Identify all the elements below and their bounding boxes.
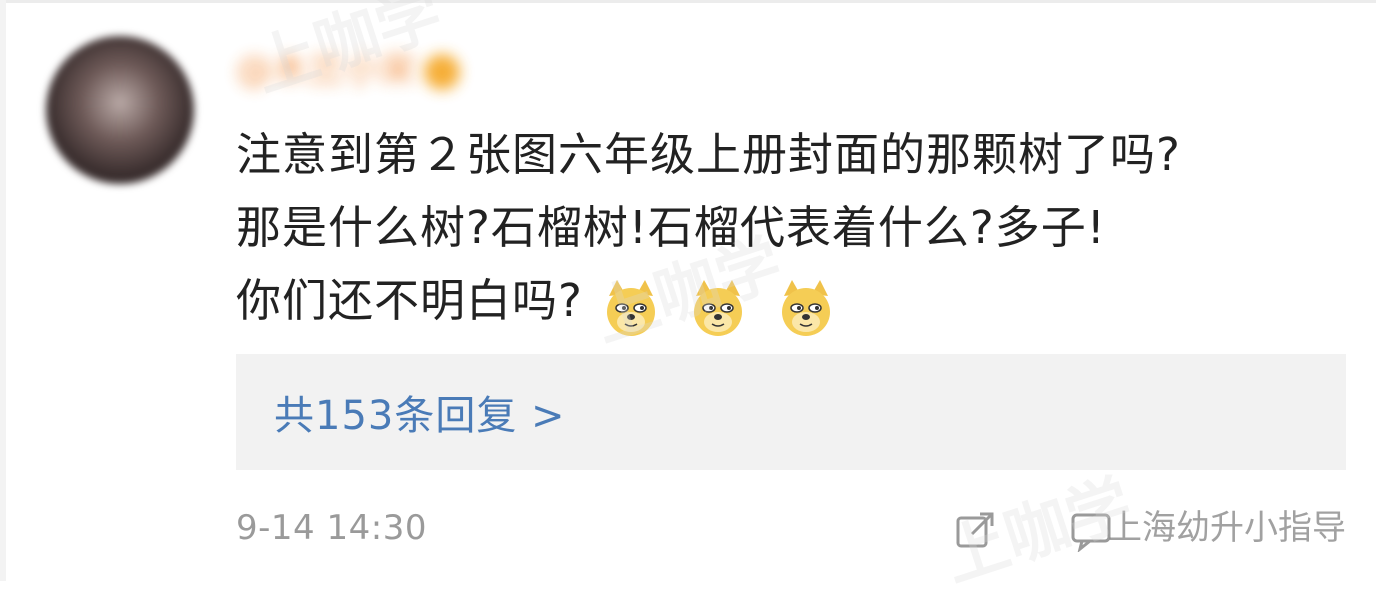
replies-count-label: 共153条回复 > bbox=[274, 393, 566, 439]
top-divider bbox=[0, 0, 1376, 3]
doge-emoji-icon bbox=[606, 279, 655, 336]
share-icon[interactable] bbox=[954, 508, 998, 552]
left-divider bbox=[0, 0, 6, 581]
comment-line-2: 那是什么树?石榴树!石榴代表着什么?多子! bbox=[236, 201, 1106, 254]
doge-emoji-icon bbox=[781, 279, 830, 336]
avatar[interactable] bbox=[46, 36, 194, 184]
comment-line-3-wrap: 你们还不明白吗? bbox=[236, 264, 1346, 341]
comment-card: @木兰小宋 注意到第２张图六年级上册封面的那颗树了吗? 那是什么树?石榴树!石榴… bbox=[0, 0, 1376, 597]
watermark-source-text: 上海幼升小指导 bbox=[1108, 508, 1346, 548]
comment-text: 注意到第２张图六年级上册封面的那颗树了吗? 那是什么树?石榴树!石榴代表着什么?… bbox=[236, 118, 1346, 341]
timestamp: 9-14 14:30 bbox=[236, 508, 427, 548]
emoji-row bbox=[601, 268, 848, 341]
comment-icon[interactable] bbox=[1070, 510, 1112, 552]
vip-badge-icon bbox=[424, 54, 461, 90]
username[interactable]: @木兰小宋 bbox=[236, 46, 461, 96]
view-replies-button[interactable]: 共153条回复 > bbox=[236, 354, 1346, 470]
doge-emoji-icon bbox=[694, 279, 743, 336]
comment-line-3: 你们还不明白吗? bbox=[236, 274, 583, 327]
username-text: @木兰小宋 bbox=[236, 50, 417, 91]
comment-line-1: 注意到第２张图六年级上册封面的那颗树了吗? bbox=[236, 128, 1181, 181]
